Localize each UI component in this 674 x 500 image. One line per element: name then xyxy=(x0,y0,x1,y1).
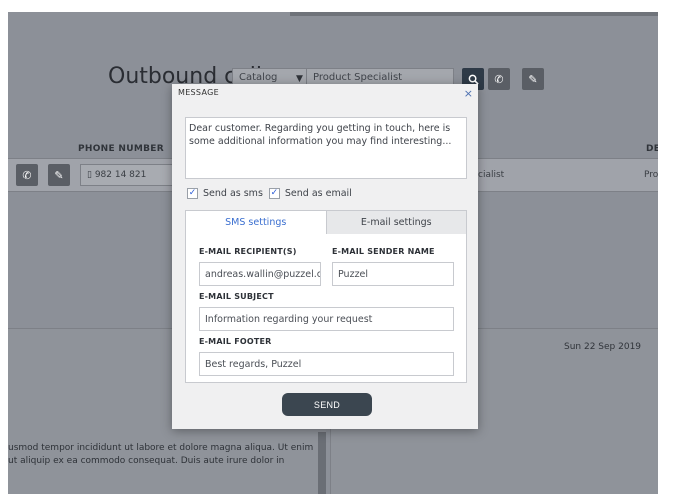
catalog-chevron-down-icon: ▼ xyxy=(296,74,303,84)
screen: Outbound call Catalog ▼ Product Speciali… xyxy=(0,0,674,500)
email-settings-panel: E-MAIL RECIPIENT(S) E-MAIL SENDER NAME a… xyxy=(185,234,467,383)
call-button[interactable]: ✆ xyxy=(488,68,510,90)
send-options: ✓ Send as sms ✓ Send as email xyxy=(187,188,358,199)
sender-name-input[interactable]: Puzzel xyxy=(332,262,454,286)
tab-sms-settings[interactable]: SMS settings xyxy=(186,211,327,234)
recipients-input[interactable]: andreas.wallin@puzzel.com xyxy=(199,262,321,286)
send-as-sms-checkbox[interactable]: ✓ xyxy=(187,188,198,199)
mobile-icon: ▯ xyxy=(87,170,95,180)
send-as-sms-label: Send as sms xyxy=(203,188,263,199)
phone-icon: ✆ xyxy=(22,168,32,182)
close-icon[interactable]: × xyxy=(464,87,473,100)
app-top-bar xyxy=(290,12,658,16)
footer-label: E-MAIL FOOTER xyxy=(199,337,272,346)
subject-input[interactable]: Information regarding your request xyxy=(199,307,454,331)
row-compose-button[interactable]: ✎ xyxy=(48,164,70,186)
phone-icon: ✆ xyxy=(494,72,504,86)
tab-email-settings[interactable]: E-mail settings xyxy=(326,211,466,234)
edit-icon: ✎ xyxy=(54,168,64,182)
settings-tabs: SMS settings E-mail settings xyxy=(185,210,467,235)
column-header-department: DEPA xyxy=(646,144,658,154)
send-as-email-checkbox[interactable]: ✓ xyxy=(268,188,280,199)
search-icon xyxy=(468,74,479,85)
scrollbar[interactable] xyxy=(318,432,326,494)
sender-name-label: E-MAIL SENDER NAME xyxy=(332,247,435,256)
recipients-label: E-MAIL RECIPIENT(S) xyxy=(199,247,297,256)
row-phone-text: 982 14 821 xyxy=(94,170,147,180)
compose-button[interactable]: ✎ xyxy=(522,68,544,90)
edit-icon: ✎ xyxy=(528,72,538,86)
dialog-title: MESSAGE xyxy=(178,88,219,97)
row-call-button[interactable]: ✆ xyxy=(16,164,38,186)
date-label: Sun 22 Sep 2019 xyxy=(564,342,642,352)
message-textarea[interactable]: Dear customer. Regarding you getting in … xyxy=(185,117,467,179)
message-dialog: MESSAGE × Dear customer. Regarding you g… xyxy=(172,84,478,429)
row-queue: cialist xyxy=(478,170,505,180)
column-header-phone: PHONE NUMBER xyxy=(78,144,164,154)
send-button[interactable]: SEND xyxy=(282,393,372,416)
footer-input[interactable]: Best regards, Puzzel xyxy=(199,352,454,376)
send-as-email-label: Send as email xyxy=(284,188,352,199)
detail-body-text: usmod tempor incididunt ut labore et dol… xyxy=(8,443,314,466)
row-department: Prod xyxy=(644,170,658,180)
subject-label: E-MAIL SUBJECT xyxy=(199,292,274,301)
